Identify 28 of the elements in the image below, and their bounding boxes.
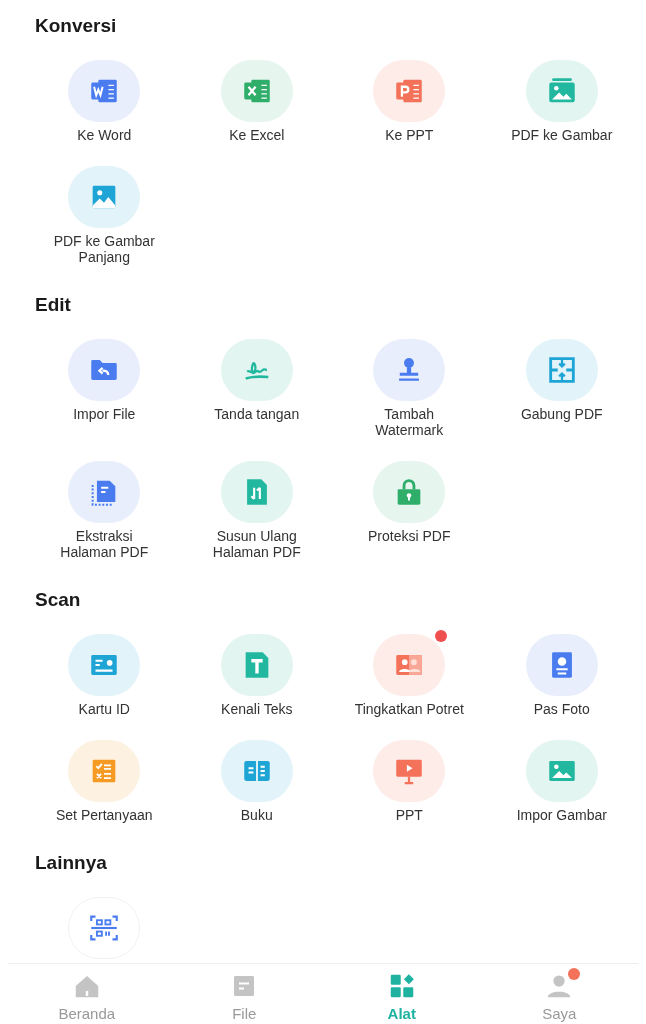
nav-tab[interactable]: Saya bbox=[480, 964, 638, 1024]
tool-label: Impor File bbox=[72, 406, 137, 422]
tool-label: Proteksi PDF bbox=[367, 528, 452, 544]
tool-label: Buku bbox=[239, 807, 274, 823]
tool-label: Tanda tangan bbox=[213, 406, 301, 422]
section-title: Konversi bbox=[34, 14, 118, 38]
nav-tab[interactable]: Beranda bbox=[8, 964, 166, 1024]
tool-label: Gabung PDF bbox=[519, 406, 604, 422]
nav-tab[interactable]: File bbox=[165, 964, 323, 1024]
tool-label: Impor Gambar bbox=[515, 807, 608, 823]
tool-label: Ke Excel bbox=[228, 127, 286, 143]
tool-label: Pas Foto bbox=[532, 701, 591, 717]
section-title: Edit bbox=[34, 293, 72, 317]
tool-label: PPT bbox=[394, 807, 424, 823]
section-title: Lainnya bbox=[34, 851, 108, 875]
section-title: Scan bbox=[34, 588, 82, 612]
tool-label: Ke PPT bbox=[384, 127, 435, 143]
tool-label: Tingkatkan Potret bbox=[353, 701, 465, 717]
tool-label: Tambah Watermark bbox=[374, 406, 445, 438]
tool-label: Kartu ID bbox=[77, 701, 131, 717]
tool-label: Set Pertanyaan bbox=[55, 807, 154, 823]
tool-label: Susun Ulang Halaman PDF bbox=[211, 528, 302, 560]
tool-label: Ekstraksi Halaman PDF bbox=[59, 528, 150, 560]
nav-tab[interactable]: Alat bbox=[323, 964, 481, 1024]
tool-label: PDF ke Gambar bbox=[510, 127, 614, 143]
tool-label: Kenali Teks bbox=[220, 701, 294, 717]
tool-label: Ke Word bbox=[76, 127, 133, 143]
tool-label: PDF ke Gambar Panjang bbox=[52, 233, 156, 265]
